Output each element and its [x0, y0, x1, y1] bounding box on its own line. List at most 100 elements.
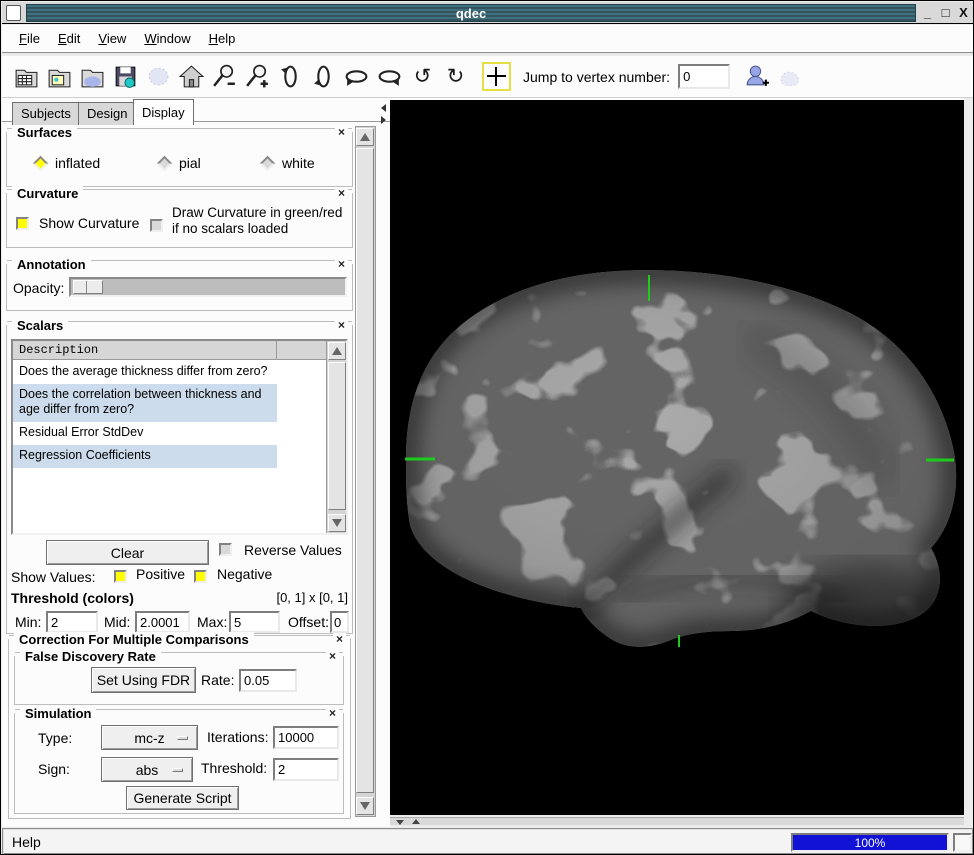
surfaces-title: Surfaces: [12, 125, 77, 140]
surface-option-inflated[interactable]: inflated: [35, 155, 100, 171]
simulation-sign-value: abs: [136, 762, 159, 778]
iterations-label: Iterations:: [207, 729, 268, 745]
simulation-type-value: mc-z: [134, 730, 164, 746]
rotate-cw-icon[interactable]: ↻: [441, 62, 470, 91]
tab-design[interactable]: Design: [78, 102, 136, 125]
scalars-close-icon[interactable]: ×: [335, 319, 348, 331]
sim-threshold-input[interactable]: [273, 758, 339, 781]
pane-sash-arrows[interactable]: [379, 101, 389, 127]
rotate-left-icon[interactable]: [342, 62, 371, 91]
radio-diamond-icon[interactable]: [33, 155, 49, 171]
rotate-up-icon[interactable]: [276, 62, 305, 91]
menu-window[interactable]: Window: [135, 28, 199, 49]
simulation-type-dropdown[interactable]: mc-z: [101, 725, 198, 750]
scroll-up-icon[interactable]: [356, 128, 374, 146]
negative-label: Negative: [217, 566, 272, 582]
iterations-input[interactable]: [273, 726, 339, 749]
progress-bar: 100%: [791, 833, 949, 852]
correction-close-icon[interactable]: ×: [333, 633, 346, 645]
scalar-row-residual-error[interactable]: Residual Error StdDev: [13, 422, 277, 445]
surface-option-pial[interactable]: pial: [159, 155, 201, 171]
sign-label: Sign:: [38, 761, 70, 777]
surfaces-close-icon[interactable]: ×: [335, 126, 348, 138]
show-curvature-checkbox[interactable]: [16, 217, 29, 230]
positive-checkbox[interactable]: [114, 570, 127, 583]
minimize-button[interactable]: _: [919, 4, 936, 22]
close-button[interactable]: X: [955, 4, 972, 22]
rotate-right-icon[interactable]: [375, 62, 404, 91]
resize-grip[interactable]: [953, 833, 972, 852]
scalars-table-scrollbar[interactable]: [326, 341, 346, 533]
toolbar: ↺ ↻ Jump to vertex number:: [2, 56, 974, 98]
menu-view[interactable]: View: [89, 28, 135, 49]
crosshair-tool-button[interactable]: [482, 62, 511, 91]
save-label-icon: [144, 62, 173, 91]
simulation-sign-dropdown[interactable]: abs: [101, 757, 193, 782]
radio-diamond-icon[interactable]: [157, 155, 173, 171]
generate-script-button[interactable]: Generate Script: [126, 786, 239, 810]
rate-label: Rate:: [201, 672, 234, 688]
menu-edit[interactable]: Edit: [49, 28, 89, 49]
menu-bar: File Edit View Window Help: [2, 25, 974, 54]
surface-inflated-label: inflated: [55, 155, 100, 171]
load-data-table-icon[interactable]: [12, 62, 41, 91]
fdr-close-icon[interactable]: ×: [326, 650, 339, 662]
surface-option-white[interactable]: white: [262, 155, 315, 171]
opacity-label: Opacity:: [13, 280, 64, 296]
window-menu-icon[interactable]: [6, 5, 21, 21]
home-icon[interactable]: [177, 62, 206, 91]
maximize-button[interactable]: □: [937, 4, 954, 22]
curvature-close-icon[interactable]: ×: [335, 187, 348, 199]
rotate-down-icon[interactable]: [309, 62, 338, 91]
positive-label: Positive: [136, 566, 185, 582]
scroll-up-icon[interactable]: [328, 342, 346, 360]
rotate-ccw-icon[interactable]: ↺: [408, 62, 437, 91]
annotation-close-icon[interactable]: ×: [335, 258, 348, 270]
opacity-slider[interactable]: [69, 277, 347, 297]
set-using-fdr-button[interactable]: Set Using FDR: [91, 667, 196, 693]
scrollbar-thumb[interactable]: [356, 148, 374, 793]
brain-render-canvas[interactable]: [390, 98, 964, 815]
dropdown-indicator-icon: [172, 768, 183, 772]
panel-scrollbar[interactable]: [355, 126, 376, 817]
load-surface-icon[interactable]: [78, 62, 107, 91]
menu-file[interactable]: File: [10, 28, 49, 49]
title-strip[interactable]: qdec: [26, 4, 916, 22]
scalars-title: Scalars: [12, 318, 68, 333]
viewport-sash[interactable]: [390, 817, 964, 825]
scalar-row-avg-thickness[interactable]: Does the average thickness differ from z…: [13, 361, 277, 384]
clear-button[interactable]: Clear: [46, 540, 209, 565]
scrollbar-thumb[interactable]: [328, 362, 346, 510]
sim-threshold-label: Threshold:: [201, 760, 267, 776]
dropdown-indicator-icon: [177, 736, 188, 740]
offset-label: Offset:: [288, 614, 329, 630]
negative-checkbox[interactable]: [194, 570, 207, 583]
simulation-close-icon[interactable]: ×: [326, 707, 339, 719]
reverse-values-checkbox[interactable]: [219, 543, 232, 556]
tab-subjects[interactable]: Subjects: [12, 102, 80, 125]
zoom-out-icon[interactable]: [210, 62, 239, 91]
correction-group: Correction For Multiple Comparisons × Fa…: [8, 639, 351, 819]
surface-white-label: white: [282, 155, 315, 171]
min-label: Min:: [15, 614, 41, 630]
scalar-row-correlation[interactable]: Does the correlation between thickness a…: [13, 384, 277, 422]
max-label: Max:: [197, 614, 227, 630]
menu-help[interactable]: Help: [200, 28, 245, 49]
add-selection-icon[interactable]: [742, 62, 771, 91]
draw-curvature-checkbox[interactable]: [150, 219, 163, 232]
opacity-slider-handle[interactable]: [73, 280, 103, 294]
fdr-rate-input[interactable]: [239, 669, 297, 692]
load-project-icon[interactable]: [45, 62, 74, 91]
scalar-row-regression-coeff[interactable]: Regression Coefficients: [13, 445, 277, 468]
zoom-in-icon[interactable]: [243, 62, 272, 91]
scalars-table: Description Does the average thickness d…: [11, 339, 348, 535]
radio-diamond-icon[interactable]: [260, 155, 276, 171]
tab-strip: Subjects Design Display: [2, 98, 390, 125]
qdec-window: qdec _ □ X File Edit View Window Help ↺ …: [0, 0, 974, 855]
save-icon[interactable]: [111, 62, 140, 91]
vertex-number-input[interactable]: [678, 64, 730, 89]
scroll-down-icon[interactable]: [356, 797, 374, 815]
tab-display[interactable]: Display: [133, 99, 194, 125]
scroll-down-icon[interactable]: [328, 514, 346, 532]
description-column-header[interactable]: Description: [13, 341, 277, 360]
